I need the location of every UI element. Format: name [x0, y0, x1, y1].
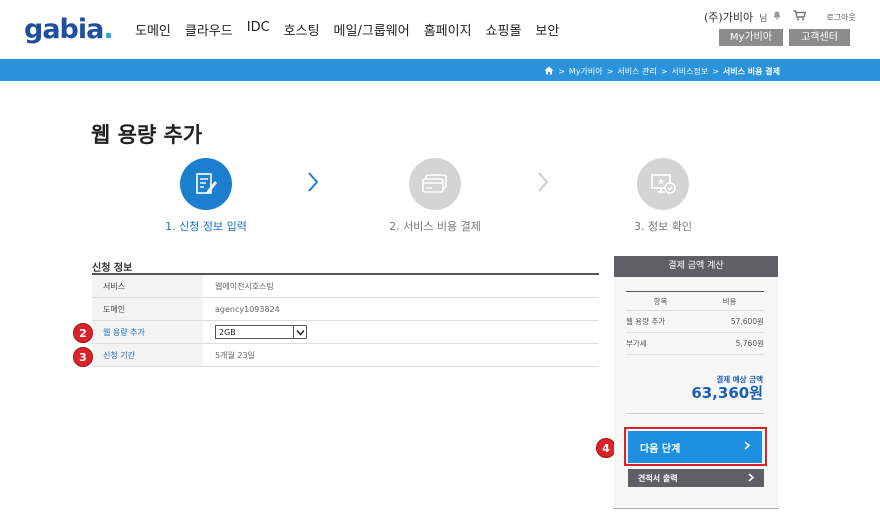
- edit-document-icon: [180, 158, 232, 210]
- chevron-right-icon: [306, 171, 320, 199]
- global-nav: 도메인 클라우드 IDC 호스팅 메일/그룹웨어 홈페이지 쇼핑몰 보안: [135, 20, 559, 39]
- payment-summary-title: 결제 금액 계산: [614, 256, 778, 277]
- chevron-down-icon[interactable]: [293, 326, 306, 338]
- highlight-box: [624, 427, 767, 466]
- nav-item-domain[interactable]: 도메인: [135, 20, 171, 39]
- table-row: 부가세 5,760원: [626, 333, 764, 355]
- logout-link[interactable]: 로그아웃: [826, 12, 855, 23]
- user-utility: (주)가비아 님 로그아웃: [704, 9, 856, 25]
- gabia-logo[interactable]: gabia.: [24, 14, 114, 45]
- my-gabia-button[interactable]: My가비아: [719, 29, 783, 46]
- step-3-label: 3. 정보 확인: [634, 220, 692, 233]
- nav-item-hosting[interactable]: 호스팅: [284, 20, 320, 39]
- row-value-domain: agency1093824: [215, 304, 280, 314]
- row-value-service: 웹에이전시호스팅: [215, 281, 274, 291]
- annotation-badge: 3: [73, 347, 93, 367]
- payment-summary-table: 항목 비용 웹 용량 추가 57,600원 부가세 5,760원: [626, 291, 764, 355]
- print-estimate-button[interactable]: 견적서 출력: [628, 469, 764, 487]
- web-capacity-value: 2GB: [219, 327, 236, 337]
- form-section-title: 신청 정보: [92, 263, 133, 274]
- monitor-check-icon: [637, 158, 689, 210]
- breadcrumb-current: 서비스 비용 결제: [722, 67, 780, 76]
- nav-item-idc[interactable]: IDC: [247, 20, 270, 39]
- annotation-badge: 2: [73, 323, 93, 343]
- step-2-label: 2. 서비스 비용 결제: [389, 220, 481, 233]
- step-1-label: 1. 신청 정보 입력: [165, 220, 247, 233]
- row-label-period: 신청 기간: [92, 344, 203, 366]
- table-row: 도메인 agency1093824: [92, 298, 599, 321]
- step-2: [409, 158, 461, 210]
- table-row: 웹 용량 추가 57,600원: [626, 311, 764, 333]
- user-suffix: 님: [759, 13, 768, 24]
- col-cost: 비용: [722, 296, 737, 306]
- breadcrumb: > My가비아 > 서비스 관리 > 서비스정보 > 서비스 비용 결제: [544, 66, 780, 77]
- application-info-table: 서비스 웹에이전시호스팅 도메인 agency1093824 웹 용량 추가 2…: [92, 273, 599, 367]
- breadcrumb-item-mygabia[interactable]: My가비아: [569, 66, 603, 77]
- customer-center-button[interactable]: 고객센터: [789, 29, 850, 46]
- bell-icon[interactable]: [773, 11, 781, 23]
- nav-item-security[interactable]: 보안: [535, 20, 559, 39]
- card-icon: [409, 158, 461, 210]
- nav-item-mail[interactable]: 메일/그룹웨어: [334, 20, 410, 39]
- table-header: 항목 비용: [626, 292, 764, 311]
- table-row: 서비스 웹에이전시호스팅: [92, 275, 599, 298]
- col-item: 항목: [653, 296, 668, 306]
- table-row: 신청 기간 5개월 23일: [92, 344, 599, 367]
- row-label-service: 서비스: [92, 275, 203, 297]
- row-label-domain: 도메인: [92, 298, 203, 320]
- breadcrumb-item-service-manage[interactable]: 서비스 관리: [617, 66, 656, 77]
- row-label-web-capacity: 웹 용량 추가: [92, 321, 203, 343]
- chevron-right-icon: [536, 171, 550, 199]
- divider: [626, 413, 764, 414]
- step-3: [637, 158, 689, 210]
- chevron-right-icon: [748, 472, 755, 484]
- step-1: [180, 158, 232, 210]
- breadcrumb-item-service-info[interactable]: 서비스정보: [671, 66, 708, 77]
- nav-item-homepage[interactable]: 홈페이지: [424, 20, 472, 39]
- nav-item-shoppingmall[interactable]: 쇼핑몰: [486, 20, 522, 39]
- cart-icon[interactable]: [793, 10, 807, 24]
- total-amount: 63,360원: [691, 384, 763, 402]
- page-title: 웹 용량 추가: [91, 123, 203, 147]
- web-capacity-select[interactable]: 2GB: [215, 325, 307, 339]
- user-name: (주)가비아: [704, 11, 754, 24]
- table-row: 웹 용량 추가 2GB: [92, 321, 599, 344]
- nav-item-cloud[interactable]: 클라우드: [185, 20, 233, 39]
- row-value-period: 5개월 23일: [215, 350, 255, 360]
- home-icon[interactable]: [544, 66, 554, 77]
- annotation-badge: 4: [596, 438, 616, 458]
